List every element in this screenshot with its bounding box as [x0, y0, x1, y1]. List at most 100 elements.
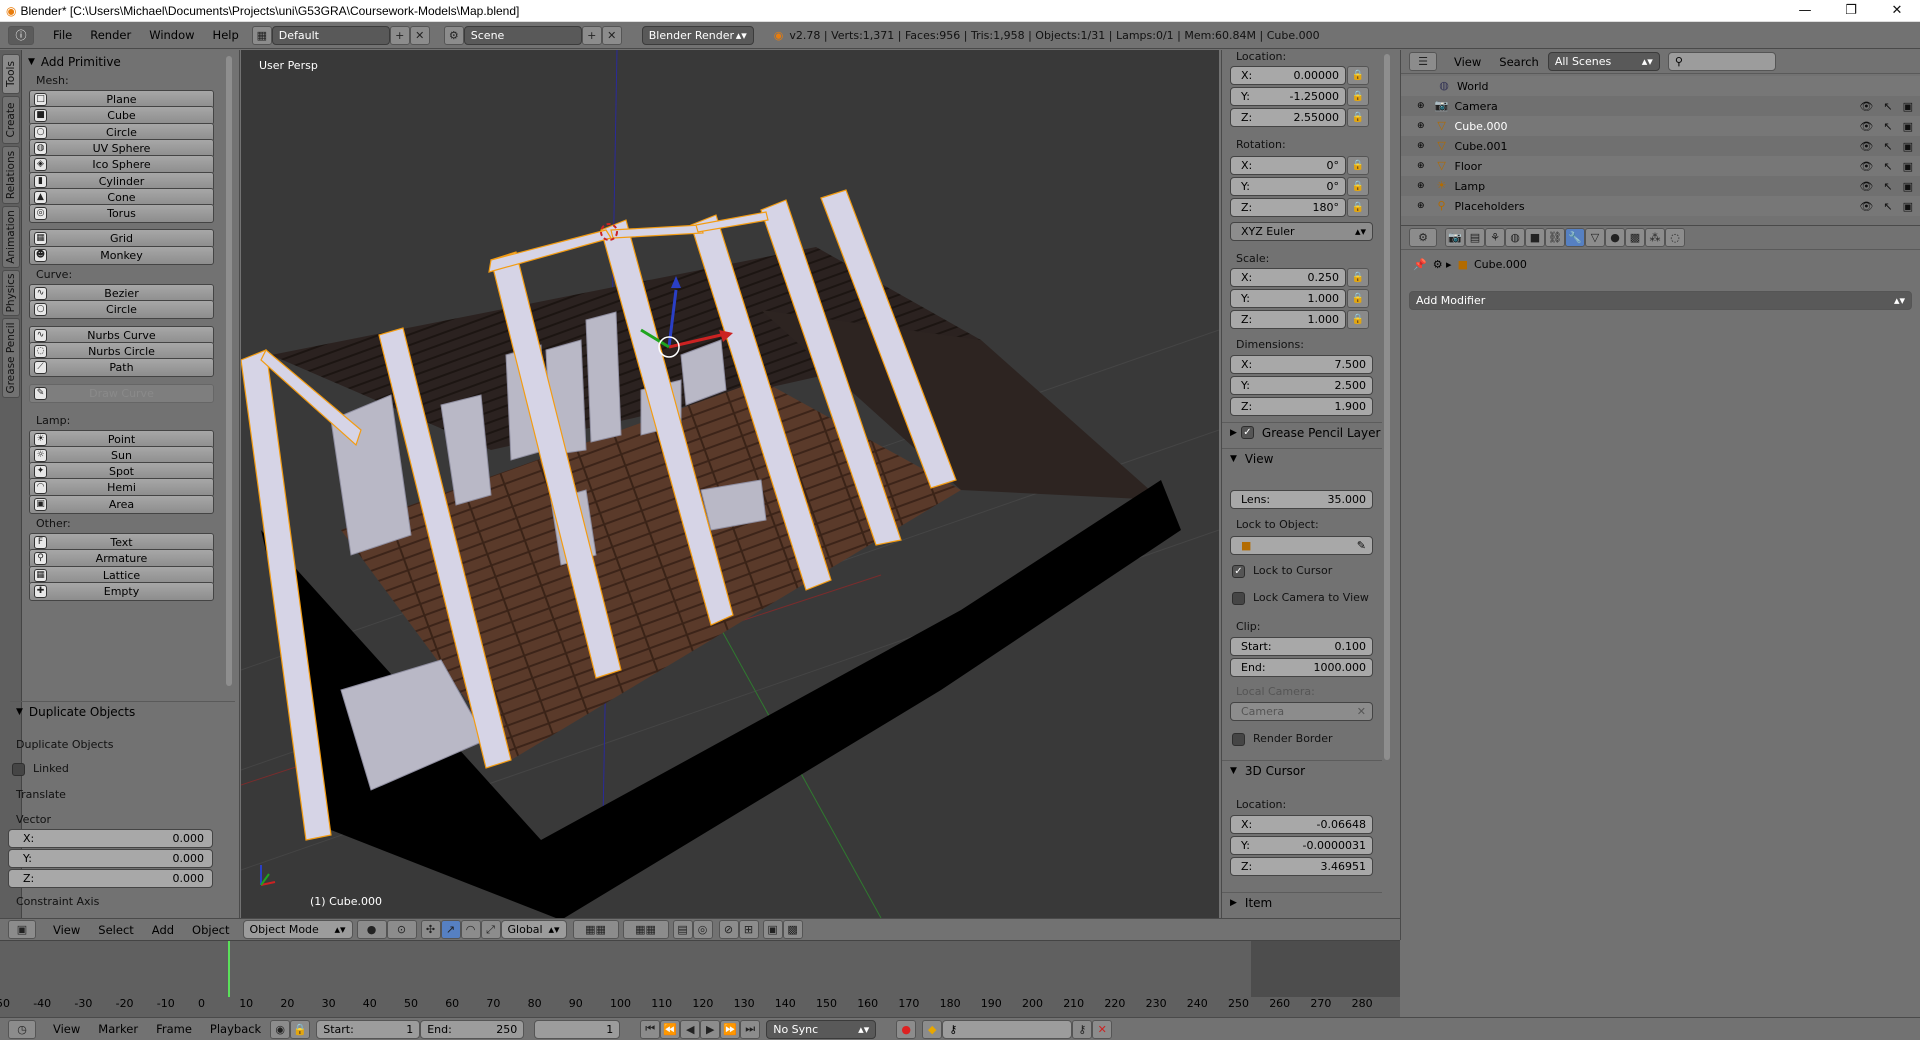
sync-mode-select[interactable]: No Sync ▴▾: [766, 1019, 877, 1039]
layout-icon[interactable]: ▦: [251, 25, 272, 45]
menu-object[interactable]: Object: [183, 923, 238, 937]
select-icon[interactable]: ↖: [1883, 100, 1892, 113]
lock-icon[interactable]: 🔒: [1347, 268, 1369, 287]
add-empty-button[interactable]: ✚ Empty: [29, 581, 214, 601]
select-icon[interactable]: ↖: [1883, 180, 1892, 193]
toolshelf-scrollbar[interactable]: [226, 56, 232, 686]
editor-type-icon[interactable]: ☰: [1409, 52, 1437, 71]
rotation-mode-select[interactable]: XYZ Euler ▴▾: [1230, 222, 1373, 241]
add-path-button[interactable]: ⟋ Path: [29, 358, 214, 378]
camera-render-icon[interactable]: ▩: [782, 920, 803, 939]
outliner-menu-view[interactable]: View: [1445, 55, 1490, 69]
expand-icon[interactable]: ⊕: [1417, 161, 1425, 171]
lens-field[interactable]: Lens: 35.000: [1230, 490, 1373, 509]
editor-type-icon[interactable]: ⚙: [1409, 228, 1437, 247]
duplicate-objects-header[interactable]: ▼ Duplicate Objects: [10, 701, 235, 721]
render-border-checkbox[interactable]: Render Border: [1232, 732, 1333, 746]
lock-to-cursor-checkbox[interactable]: ✓ Lock to Cursor: [1232, 564, 1332, 578]
lock-icon[interactable]: 🔒: [1347, 177, 1369, 196]
lock-icon[interactable]: 🔒: [1347, 289, 1369, 308]
render-icon[interactable]: ▣: [1903, 100, 1913, 113]
3d-cursor-panel-header[interactable]: ▼ 3D Cursor: [1222, 760, 1382, 780]
record-icon[interactable]: ●: [896, 1019, 917, 1039]
local-camera-field[interactable]: Camera ✕: [1230, 702, 1373, 721]
menu-render[interactable]: Render: [81, 28, 140, 42]
outliner-menu-search[interactable]: Search: [1490, 55, 1548, 69]
visibility-icon[interactable]: 👁: [1859, 160, 1873, 173]
menu-window[interactable]: Window: [140, 28, 203, 42]
add-scene-button[interactable]: +: [581, 25, 602, 45]
select-icon[interactable]: ↖: [1883, 200, 1892, 213]
end-frame-field[interactable]: End: 250: [420, 1019, 525, 1039]
location-z-field[interactable]: Z: 2.55000: [1230, 108, 1346, 127]
minimize-button[interactable]: —: [1782, 0, 1828, 22]
menu-file[interactable]: File: [44, 28, 81, 42]
scale-y-field[interactable]: Y: 1.000: [1230, 289, 1346, 308]
expand-icon[interactable]: ⊕: [1417, 101, 1425, 111]
jump-end-icon[interactable]: ⏭: [740, 1019, 761, 1039]
eyedropper-icon[interactable]: ✎: [1357, 539, 1366, 552]
lock-range-icon[interactable]: 🔒: [290, 1019, 311, 1039]
clip-start-field[interactable]: Start: 0.100: [1230, 637, 1373, 656]
particles-tab-icon[interactable]: ⁂: [1645, 228, 1665, 247]
timeline-menu-playback[interactable]: Playback: [201, 1022, 270, 1036]
insert-key-icon[interactable]: ⚷: [1072, 1019, 1093, 1039]
lock-icon[interactable]: 🔒: [1347, 198, 1369, 217]
jump-next-key-icon[interactable]: ⏩: [720, 1019, 741, 1039]
scene-field[interactable]: Scene: [463, 25, 582, 45]
keying-set-icon[interactable]: ◆: [922, 1019, 943, 1039]
constraints-tab-icon[interactable]: ⛓: [1545, 228, 1565, 247]
render-icon[interactable]: ▣: [1903, 180, 1913, 193]
render-icon[interactable]: ▣: [1903, 140, 1913, 153]
timeline-area[interactable]: -50 -40 -30 -20 -10 0 10 20 30 40 50 60 70 80 90 100 110…: [0, 940, 1400, 1017]
modifiers-tab-icon[interactable]: 🔧: [1565, 228, 1585, 247]
lock-icon[interactable]: 🔒: [1347, 66, 1369, 85]
render-layers-tab-icon[interactable]: ▤: [1465, 228, 1485, 247]
remove-layout-button[interactable]: ✕: [409, 25, 430, 45]
visibility-icon[interactable]: 👁: [1859, 200, 1873, 213]
editor-type-icon[interactable]: ⓘ: [8, 25, 34, 45]
lock-icon[interactable]: 🔒: [1347, 310, 1369, 329]
item-panel-header[interactable]: ▶ Item: [1222, 892, 1382, 912]
add-draw-curve-button[interactable]: ✎ Draw Curve: [29, 383, 214, 403]
world-tab-icon[interactable]: ◍: [1505, 228, 1525, 247]
timeline-menu-view[interactable]: View: [44, 1022, 89, 1036]
visibility-icon[interactable]: 👁: [1859, 100, 1873, 113]
outliner-item-lamp[interactable]: ⊕ ☀ Lamp 👁 ↖ ▣: [1401, 176, 1920, 196]
visibility-icon[interactable]: 👁: [1859, 140, 1873, 153]
render-layer-icon[interactable]: ▤: [672, 920, 693, 939]
clip-end-field[interactable]: End: 1000.000: [1230, 658, 1373, 677]
data-tab-icon[interactable]: ▽: [1585, 228, 1605, 247]
proportional-edit-icon[interactable]: ◎: [692, 920, 713, 939]
physics-tab-icon[interactable]: ◌: [1665, 228, 1685, 247]
timeline-menu-marker[interactable]: Marker: [89, 1022, 147, 1036]
outliner-item-camera[interactable]: ⊕ 📷 Camera 👁 ↖ ▣: [1401, 96, 1920, 116]
play-reverse-icon[interactable]: ◀: [680, 1019, 701, 1039]
tab-physics[interactable]: Physics: [2, 270, 20, 316]
vector-z-field[interactable]: Z: 0.000: [8, 869, 213, 888]
dimensions-z-field[interactable]: Z: 1.900: [1230, 397, 1373, 416]
pivot-icon[interactable]: ⊙: [386, 920, 417, 939]
linked-checkbox[interactable]: Linked: [12, 762, 69, 776]
view-panel-header[interactable]: ▼ View: [1222, 448, 1382, 468]
tab-animation[interactable]: Animation: [2, 206, 20, 268]
cursor-y-field[interactable]: Y: -0.0000031: [1230, 836, 1373, 855]
object-tab-icon[interactable]: ■: [1525, 228, 1545, 247]
texture-tab-icon[interactable]: ▩: [1625, 228, 1645, 247]
current-frame-indicator[interactable]: [228, 941, 230, 997]
rotation-y-field[interactable]: Y: 0°: [1230, 177, 1346, 196]
close-button[interactable]: ✕: [1874, 0, 1920, 22]
layers-grid-icon[interactable]: ▦▦: [572, 920, 619, 939]
lock-camera-checkbox[interactable]: Lock Camera to View: [1232, 591, 1369, 605]
vector-x-field[interactable]: X: 0.000: [8, 829, 213, 848]
mode-select[interactable]: Object Mode ▴▾: [242, 920, 353, 939]
render-icon[interactable]: ▣: [1903, 120, 1913, 133]
vector-y-field[interactable]: Y: 0.000: [8, 849, 213, 868]
cursor-x-field[interactable]: X: -0.06648: [1230, 815, 1373, 834]
pin-icon[interactable]: 📌: [1413, 258, 1427, 271]
scene-tab-icon[interactable]: ⚘: [1485, 228, 1505, 247]
tab-tools[interactable]: Tools: [2, 54, 20, 94]
render-preview-icon[interactable]: ▣: [762, 920, 783, 939]
add-modifier-select[interactable]: Add Modifier ▴▾: [1409, 291, 1912, 310]
play-icon[interactable]: ▶: [700, 1019, 721, 1039]
